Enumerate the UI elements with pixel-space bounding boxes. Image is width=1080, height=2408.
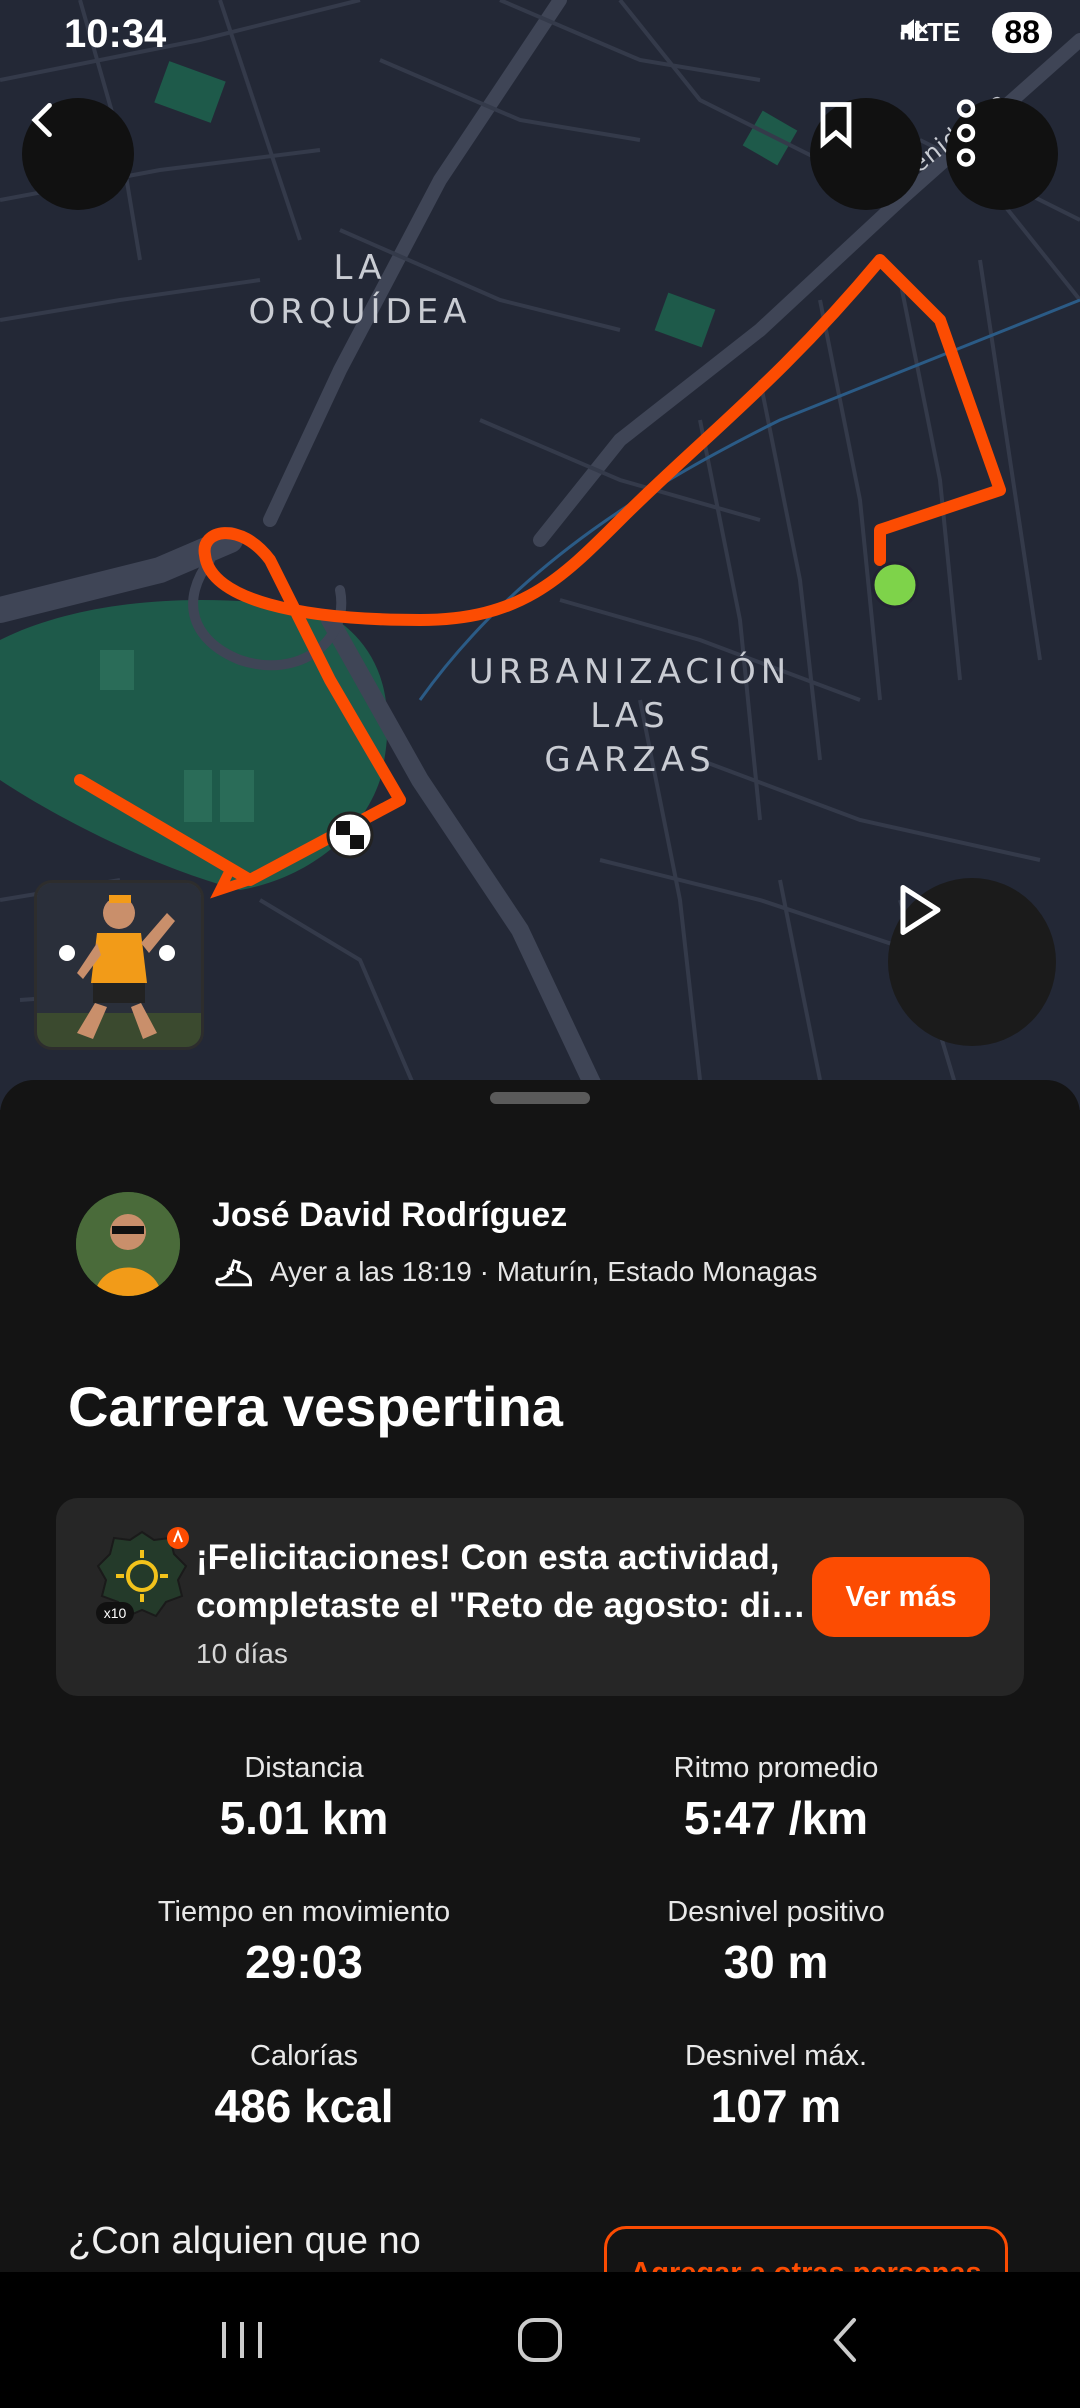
athlete-photo: [37, 883, 201, 1047]
stat-label: Desnivel máx.: [684, 2040, 868, 2072]
recent-apps-button[interactable]: [212, 2312, 272, 2368]
stat-label: Tiempo en movimiento: [157, 1896, 451, 1928]
stat-label: Calorías: [250, 2040, 358, 2072]
stat-value: 5.01 km: [219, 1792, 389, 1844]
bookmark-icon: [820, 102, 852, 149]
sheet-drag-handle[interactable]: [490, 1092, 590, 1104]
stat-calories: Calorías 486 kcal: [74, 2040, 534, 2133]
status-time: 10:34: [64, 12, 167, 56]
map-label-urbanizacion: URBANIZACIÓN LAS GARZAS: [468, 652, 792, 780]
challenge-badge-icon: x10: [92, 1526, 192, 1626]
nav-back-button[interactable]: [816, 2312, 876, 2368]
athlete-name[interactable]: José David Rodríguez: [212, 1196, 567, 1235]
more-vertical-icon: [956, 99, 976, 167]
back-button[interactable]: [22, 98, 134, 210]
stat-label: Desnivel positivo: [667, 1896, 885, 1928]
tag-others-prompt: ¿Con alquien que no: [68, 2220, 421, 2262]
start-marker: [871, 561, 919, 609]
stat-max-elevation: Desnivel máx. 107 m: [546, 2040, 1006, 2133]
chevron-left-icon: [31, 102, 52, 138]
see-more-button[interactable]: Ver más: [812, 1557, 990, 1637]
activity-sheet[interactable]: José David Rodríguez Ayer a las 18:19 · …: [0, 1080, 1080, 2272]
activity-map[interactable]: LA ORQUÍDEA URBANIZACIÓN LAS GARZAS Aven…: [0, 0, 1080, 1110]
more-button[interactable]: [946, 98, 1058, 210]
stat-value: 29:03: [245, 1936, 363, 1988]
challenge-card[interactable]: x10 ¡Felicitaciones! Con esta actividad,…: [56, 1498, 1024, 1696]
activity-title: Carrera vespertina: [68, 1375, 563, 1438]
activity-meta-text: Ayer a las 18:19 · Maturín, Estado Monag…: [270, 1256, 818, 1287]
challenge-subtext: 10 días: [196, 1638, 288, 1669]
stat-value: 30 m: [723, 1936, 829, 1988]
stat-value: 486 kcal: [214, 2080, 394, 2132]
activity-meta: Ayer a las 18:19 · Maturín, Estado Monag…: [212, 1250, 817, 1294]
activity-photo-thumbnail[interactable]: [34, 880, 204, 1050]
stat-value: 107 m: [710, 2080, 842, 2132]
status-icons: LTE 88: [897, 12, 1052, 53]
challenge-text: ¡Felicitaciones! Con esta actividad, com…: [196, 1538, 806, 1625]
avatar[interactable]: [76, 1192, 180, 1296]
stat-value: 5:47 /km: [683, 1792, 869, 1844]
home-button[interactable]: [510, 2312, 570, 2368]
bookmark-button[interactable]: [810, 98, 922, 210]
stat-average-pace: Ritmo promedio 5:47 /km: [546, 1752, 1006, 1845]
challenge-badge-count: x10: [104, 1605, 127, 1621]
finish-marker: [326, 811, 374, 859]
stat-moving-time: Tiempo en movimiento 29:03: [74, 1896, 534, 1989]
stat-label: Ritmo promedio: [673, 1752, 879, 1784]
play-flyover-button[interactable]: [888, 878, 1056, 1046]
map-label-la-orquidea: LA ORQUÍDEA: [248, 248, 472, 332]
system-nav-bar: [0, 2272, 1080, 2408]
stat-label: Distancia: [244, 1752, 364, 1784]
add-others-button[interactable]: Agregar a otras personas: [604, 2226, 1008, 2272]
recent-apps-icon: [222, 2322, 262, 2358]
stat-elevation-gain: Desnivel positivo 30 m: [546, 1896, 1006, 1989]
stat-distance: Distancia 5.01 km: [74, 1752, 534, 1845]
home-icon: [518, 2318, 562, 2362]
back-arrow-icon: [833, 2318, 856, 2362]
battery-indicator: 88: [992, 12, 1052, 53]
play-icon: [900, 885, 941, 935]
running-shoe-icon: [215, 1259, 252, 1287]
